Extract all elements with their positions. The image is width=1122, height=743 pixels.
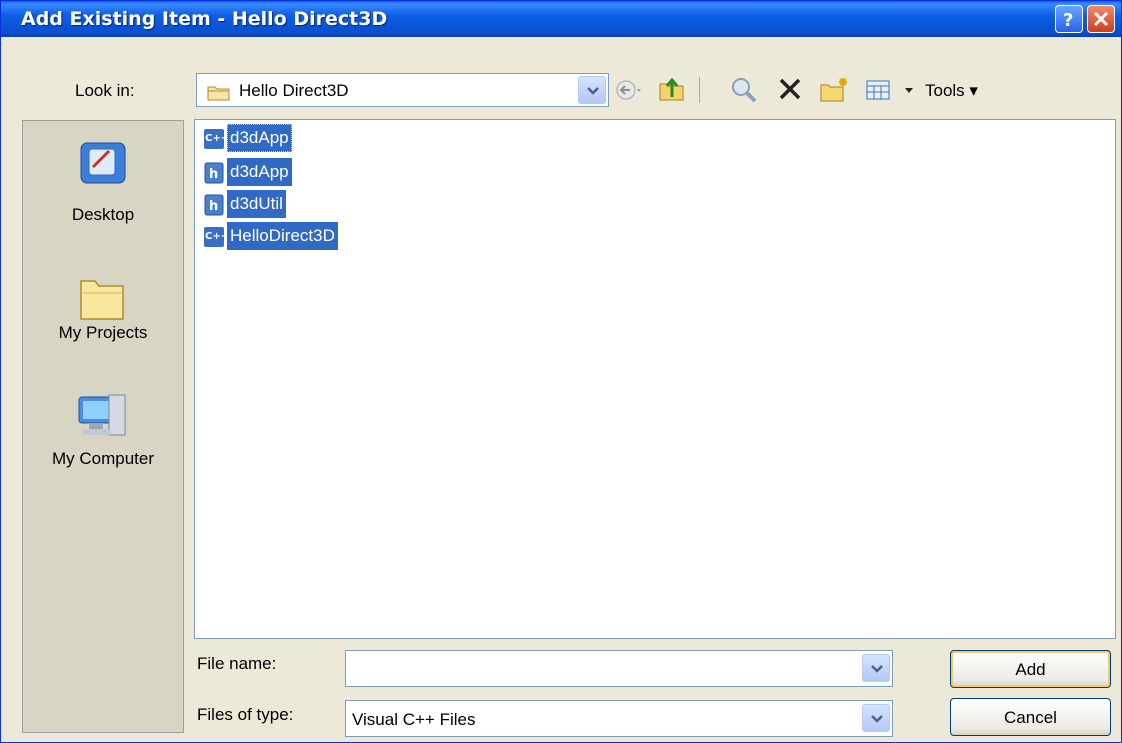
svg-text:?: ? [1063, 10, 1073, 29]
svg-text:C++: C++ [205, 231, 225, 242]
delete-icon [779, 78, 801, 100]
header-file-icon: h [204, 162, 224, 184]
files-of-type-label: Files of type: [197, 705, 294, 724]
delete-button[interactable] [776, 75, 806, 105]
folder-icon [207, 86, 230, 101]
file-name-dropdown-button[interactable] [862, 654, 890, 682]
places-bar: Desktop My Projects My Computer [22, 120, 184, 733]
search-web-button[interactable] [729, 75, 759, 105]
look-in-value: Hello Direct3D [239, 81, 349, 100]
up-one-level-button[interactable] [657, 75, 687, 105]
back-arrow-icon [616, 80, 641, 100]
file-name-field[interactable] [345, 650, 893, 687]
tools-menu[interactable]: Tools ▾ [925, 81, 978, 101]
files-of-type-dropdown[interactable]: Visual C++ Files [345, 700, 893, 737]
header-file-icon: h [204, 194, 224, 216]
views-menu-icon [866, 80, 913, 100]
files-of-type-value: Visual C++ Files [352, 710, 476, 729]
my-computer-icon [78, 394, 126, 436]
desktop-icon [80, 142, 126, 184]
chevron-down-icon [871, 665, 883, 673]
chevron-down-icon [587, 87, 599, 95]
cancel-button[interactable]: Cancel [950, 698, 1111, 736]
look-in-dropdown-button[interactable] [578, 76, 606, 104]
up-one-level-icon [659, 77, 684, 101]
place-my-computer[interactable]: My Computer [23, 383, 183, 483]
file-name: d3dUtil [227, 190, 286, 218]
title-bar[interactable]: Add Existing Item - Hello Direct3D ? [1, 1, 1121, 37]
files-of-type-dropdown-button[interactable] [862, 704, 890, 732]
place-my-projects[interactable]: My Projects [23, 261, 183, 361]
new-folder-button[interactable] [819, 75, 851, 105]
look-in-label: Look in: [75, 81, 135, 100]
chevron-down-icon [871, 715, 883, 723]
file-name-label: File name: [197, 654, 277, 673]
question-mark-icon: ? [1063, 10, 1073, 29]
look-in-dropdown[interactable]: Hello Direct3D [196, 73, 609, 107]
window-title: Add Existing Item - Hello Direct3D [21, 8, 388, 30]
place-label: Desktop [71, 205, 135, 224]
file-name: d3dApp [227, 124, 292, 152]
back-button[interactable] [613, 75, 643, 105]
svg-text:C++: C++ [205, 133, 225, 144]
help-button[interactable]: ? [1055, 5, 1083, 33]
add-existing-item-dialog: Add Existing Item - Hello Direct3D ? Loo… [0, 0, 1122, 743]
place-label: My Computer [51, 449, 155, 468]
new-folder-icon [820, 78, 847, 102]
close-button[interactable] [1087, 5, 1115, 33]
cpp-file-icon: C++ [204, 227, 225, 247]
svg-text:h: h [209, 199, 218, 214]
file-name: d3dApp [227, 158, 292, 186]
file-name: HelloDirect3D [227, 222, 338, 250]
toolbar-separator [699, 77, 700, 103]
cpp-file-icon: C++ [204, 129, 225, 149]
tools-label: Tools [925, 81, 965, 100]
views-menu-button[interactable] [865, 75, 921, 105]
dropdown-arrow-icon: ▾ [969, 81, 978, 100]
place-desktop[interactable]: Desktop [23, 133, 183, 243]
svg-text:h: h [209, 167, 218, 182]
folder-icon [80, 280, 124, 320]
place-label: My Projects [58, 323, 148, 342]
add-button[interactable]: Add [950, 650, 1111, 688]
close-icon [1093, 11, 1109, 27]
file-list[interactable]: C++ d3dApp h d3dApp h d3dUtil C++ HelloD… [194, 119, 1116, 639]
search-web-icon [732, 78, 757, 103]
